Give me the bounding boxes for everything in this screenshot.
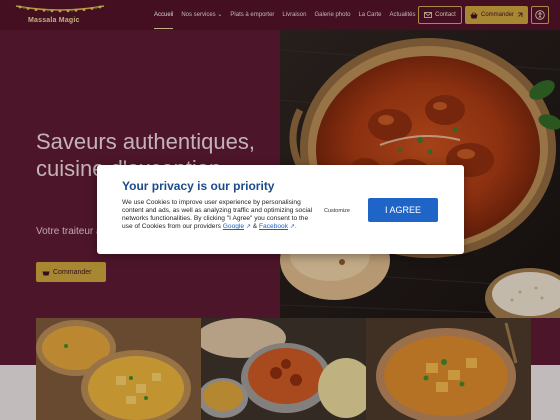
external-link-icon: ↗ — [289, 224, 295, 230]
agree-button[interactable]: I AGREE — [368, 198, 438, 222]
cookie-title: Your privacy is our priority — [122, 179, 275, 193]
google-link[interactable]: Google — [223, 223, 244, 230]
cookie-body: We use Cookies to improve user experienc… — [122, 199, 313, 230]
customize-button[interactable]: Customize — [317, 205, 357, 217]
facebook-link[interactable]: Facebook — [259, 223, 288, 230]
cookie-consent-dialog: Your privacy is our priority We use Cook… — [97, 165, 464, 254]
cookie-and-text: & — [252, 223, 258, 230]
external-link-icon: ↗ — [245, 224, 251, 230]
cookie-overlay: Your privacy is our priority We use Cook… — [0, 0, 560, 420]
